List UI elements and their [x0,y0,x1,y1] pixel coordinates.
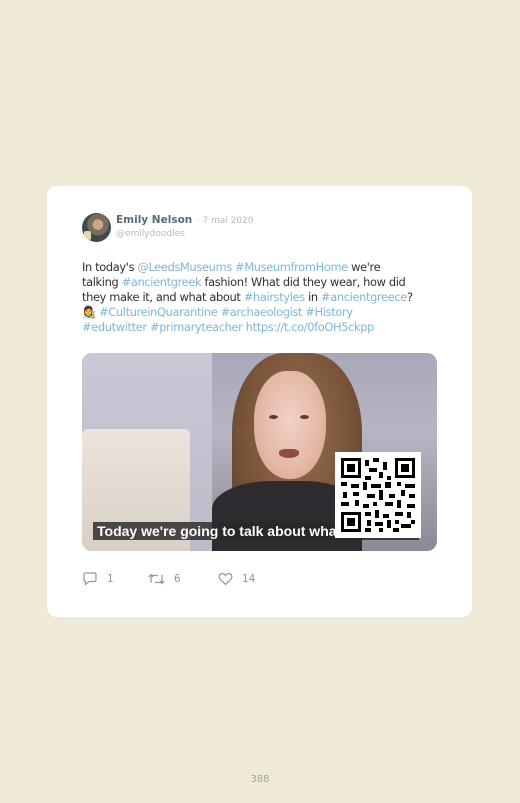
mouth [279,449,299,458]
eye-left [269,415,278,419]
page-number: 388 [250,774,270,785]
tweet-text: In today's @LeedsMuseums #MuseumfromHome… [82,260,442,335]
tweet-link[interactable]: #archaeologist [221,305,303,319]
tweet-text-line: #edutwitter #primaryteacher https://t.co… [82,320,442,335]
author-line: Emily Nelson · 7 mai 2020 [116,214,254,226]
video-media[interactable]: Today we're going to talk about what [82,353,437,551]
heart-icon [218,572,233,586]
tweet-link[interactable]: #ancientgreek [122,275,202,289]
eye-right [300,415,309,419]
qr-code[interactable] [335,452,421,538]
tweet-text-line: 👩‍🎨 #CultureinQuarantine #archaeologist … [82,305,442,320]
tweet-link[interactable]: #MuseumfromHome [235,260,348,274]
retweet-button[interactable]: 6 [148,572,181,586]
tweet-card: Emily Nelson · 7 mai 2020 @emilydoodles … [47,186,472,617]
tweet-text-segment: we're [347,260,381,274]
tweet-text-line: they make it, and what about #hairstyles… [82,290,442,305]
tweet-text-line: talking #ancientgreek fashion! What did … [82,275,442,290]
reply-count: 1 [107,573,114,585]
tweet-text-line: In today's @LeedsMuseums #MuseumfromHome… [82,260,442,275]
qr-code-icon [341,458,415,532]
avatar[interactable] [82,213,111,242]
like-button[interactable]: 14 [218,572,255,586]
tweet-link[interactable]: #primaryteacher [150,320,243,334]
tweet-link[interactable]: @LeedsMuseums [137,260,232,274]
retweet-icon [148,573,165,585]
reply-button[interactable]: 1 [82,572,114,586]
tweet-link[interactable]: #History [305,305,353,319]
tweet-text-segment: In today's [82,260,138,274]
tweet-text-segment: in [304,290,322,304]
reply-icon [83,572,97,586]
tweet-text-segment: ? [406,290,413,304]
tweet-link[interactable]: #edutwitter [82,320,147,334]
retweet-count: 6 [174,573,181,585]
tweet-text-segment: talking [82,275,122,289]
tweet-date[interactable]: 7 mai 2020 [202,216,253,226]
separator: · [195,216,199,226]
tweet-link[interactable]: https://t.co/0foOH5ckpp [246,320,375,334]
tweet-text-segment: they make it, and what about [82,290,244,304]
author-handle[interactable]: @emilydoodles [116,229,185,239]
tweet-link[interactable]: #CultureinQuarantine [99,305,218,319]
tweet-link[interactable]: #hairstyles [244,290,305,304]
tweet-text-segment: 👩‍🎨 [82,305,100,319]
tweet-link[interactable]: #ancientgreece [321,290,407,304]
like-count: 14 [242,573,256,585]
author-name[interactable]: Emily Nelson [116,214,192,226]
video-person-face [254,371,326,479]
tweet-text-segment: fashion! What did they wear, how did [201,275,406,289]
